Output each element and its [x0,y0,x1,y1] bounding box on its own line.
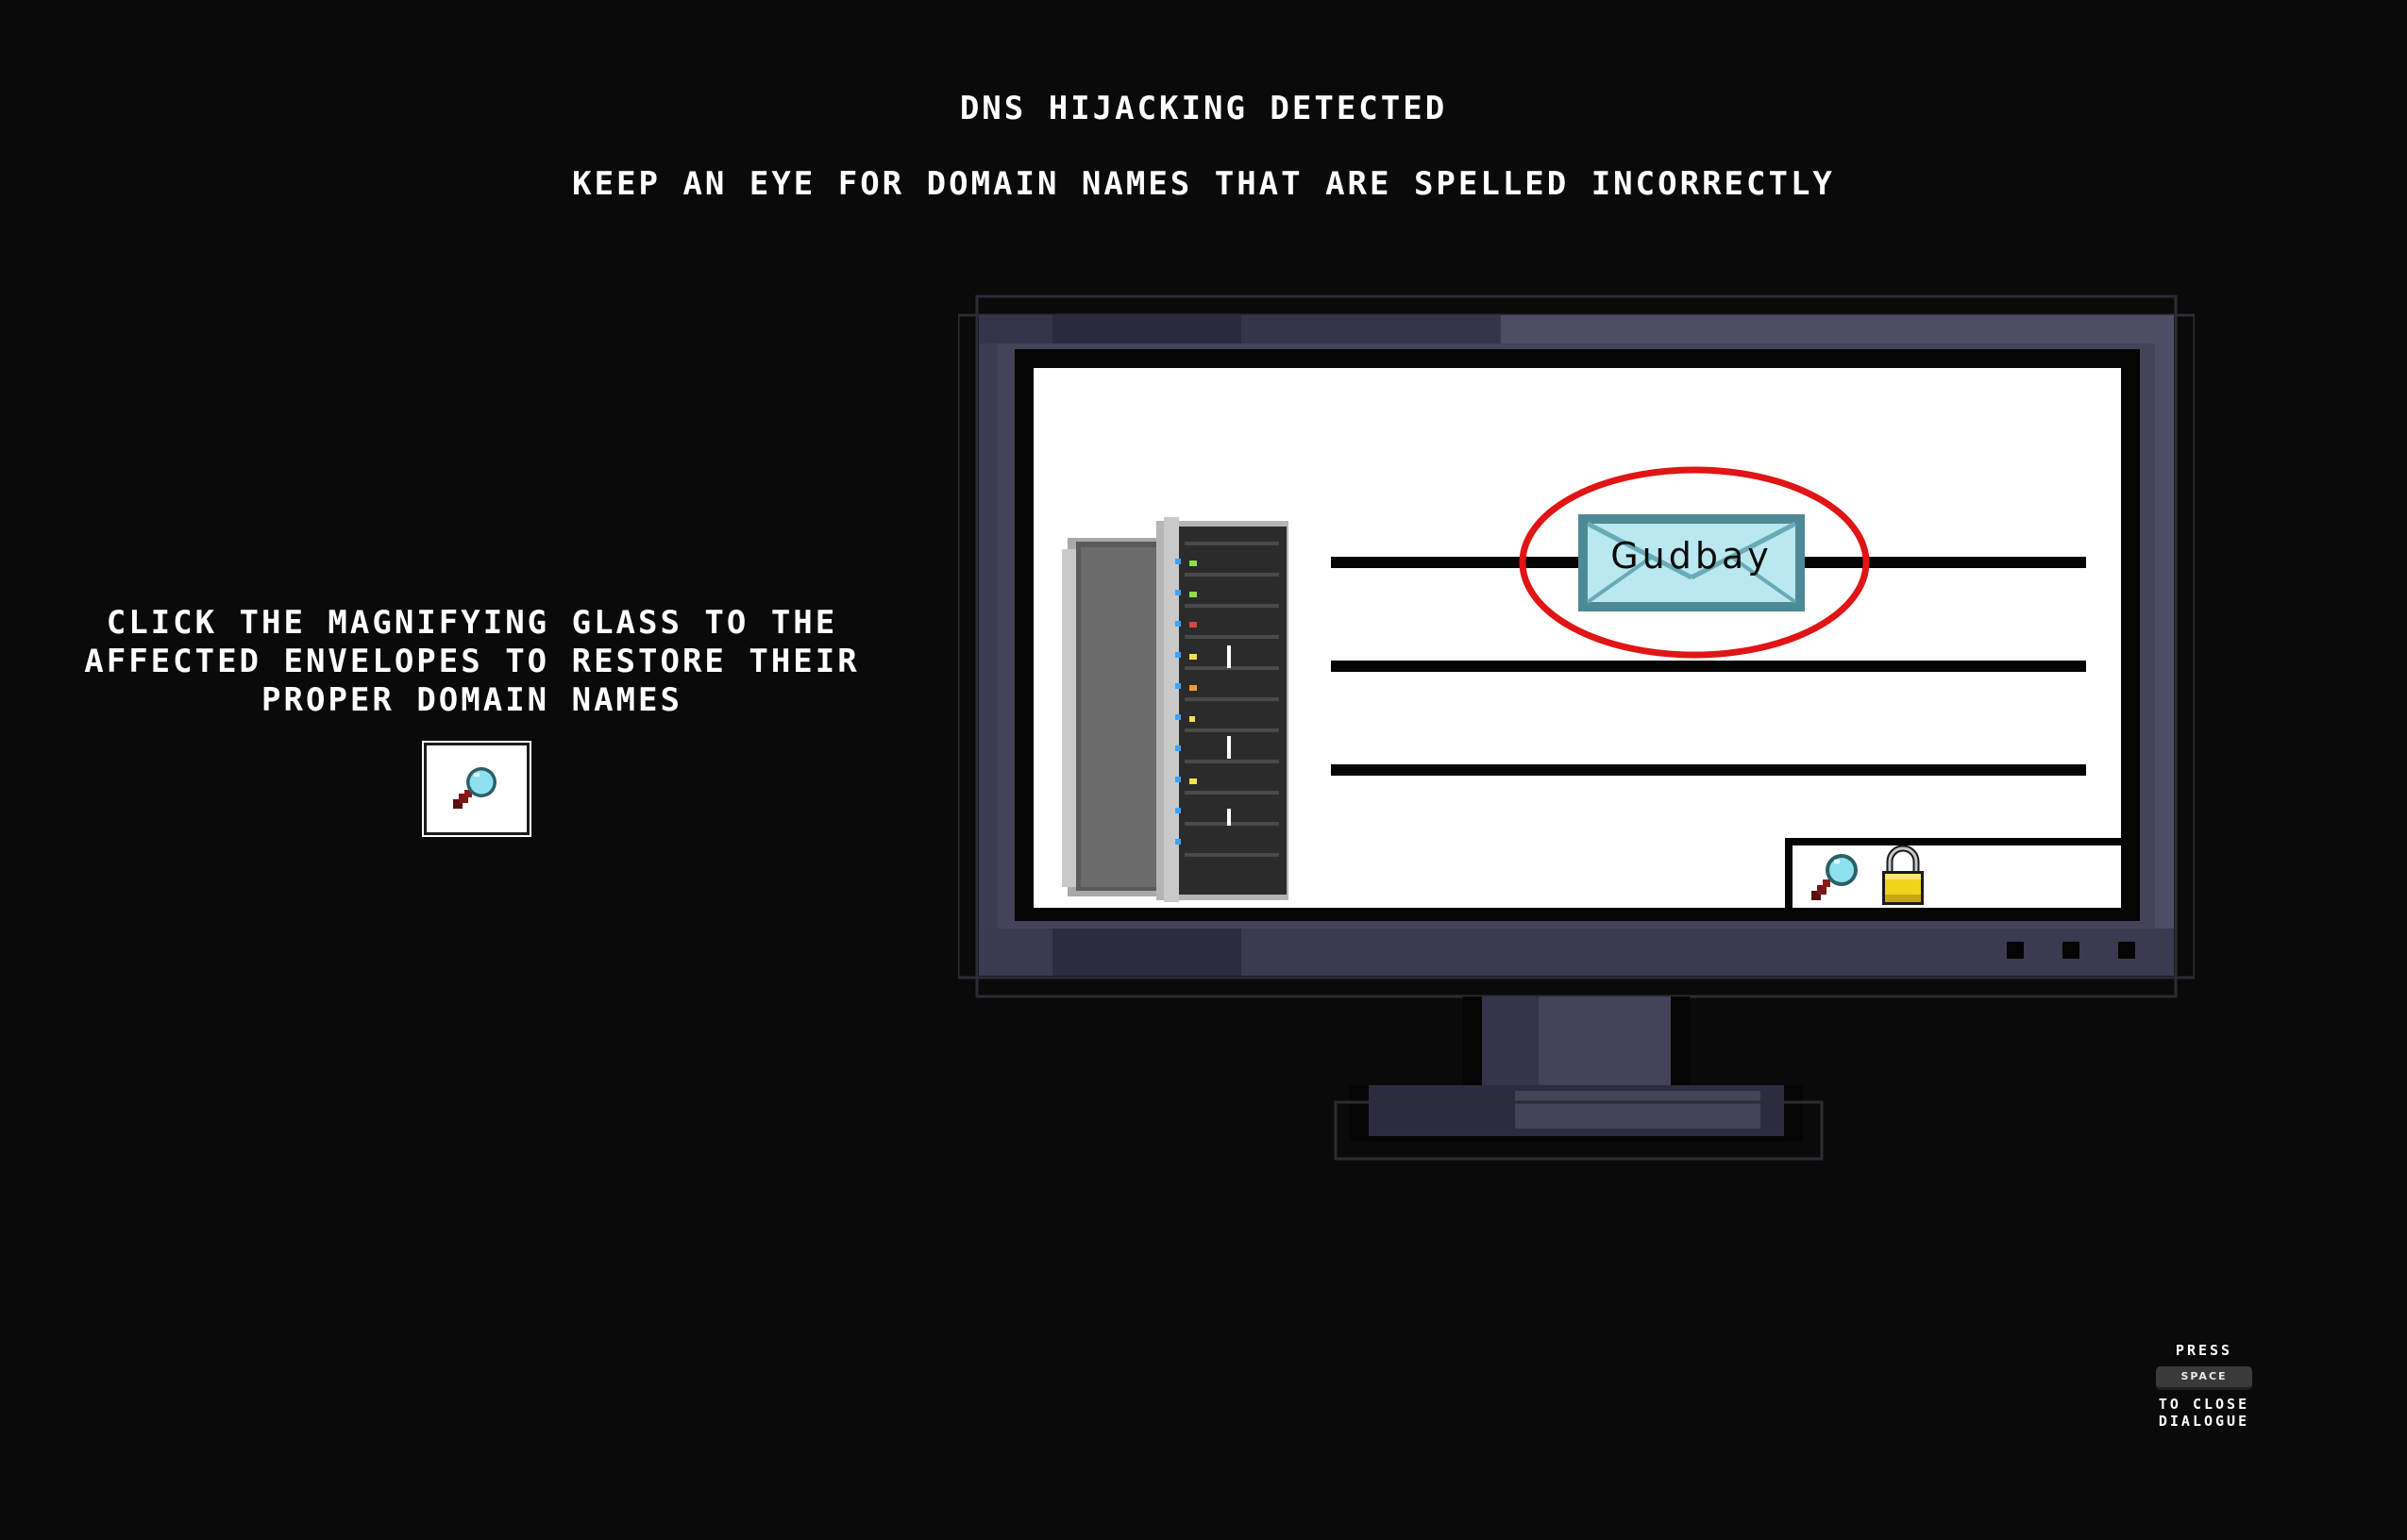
network-line [1331,661,2086,672]
magnifying-glass-icon [453,767,497,809]
close-dialogue-hint: PRESS SPACE TO CLOSE DIALOGUE [2124,1342,2284,1430]
close-dialogue-label: TO CLOSE DIALOGUE [2158,1396,2250,1430]
space-key[interactable]: SPACE [2156,1366,2252,1390]
monitor-illustration [958,294,2195,1161]
power-indicator [2007,942,2024,959]
power-indicator [2062,942,2079,959]
suspicious-envelope[interactable]: Gudbay [1578,514,1805,611]
envelope-domain-label: Gudbay [1610,535,1773,577]
padlock-icon [1882,845,1924,905]
magnifier-tool-button[interactable] [424,743,530,835]
network-line [1331,764,2086,776]
power-indicator [2118,942,2135,959]
instruction-text: CLICK THE MAGNIFYING GLASS TO THE AFFECT… [84,604,860,719]
alert-title: DNS HIJACKING DETECTED [959,90,1448,127]
press-label: PRESS [2175,1342,2233,1359]
taskbar-magnifier-icon[interactable] [1808,847,1866,906]
alert-subtitle: KEEP AN EYE FOR DOMAIN NAMES THAT ARE SP… [572,165,1835,203]
server-tower [1062,517,1288,902]
